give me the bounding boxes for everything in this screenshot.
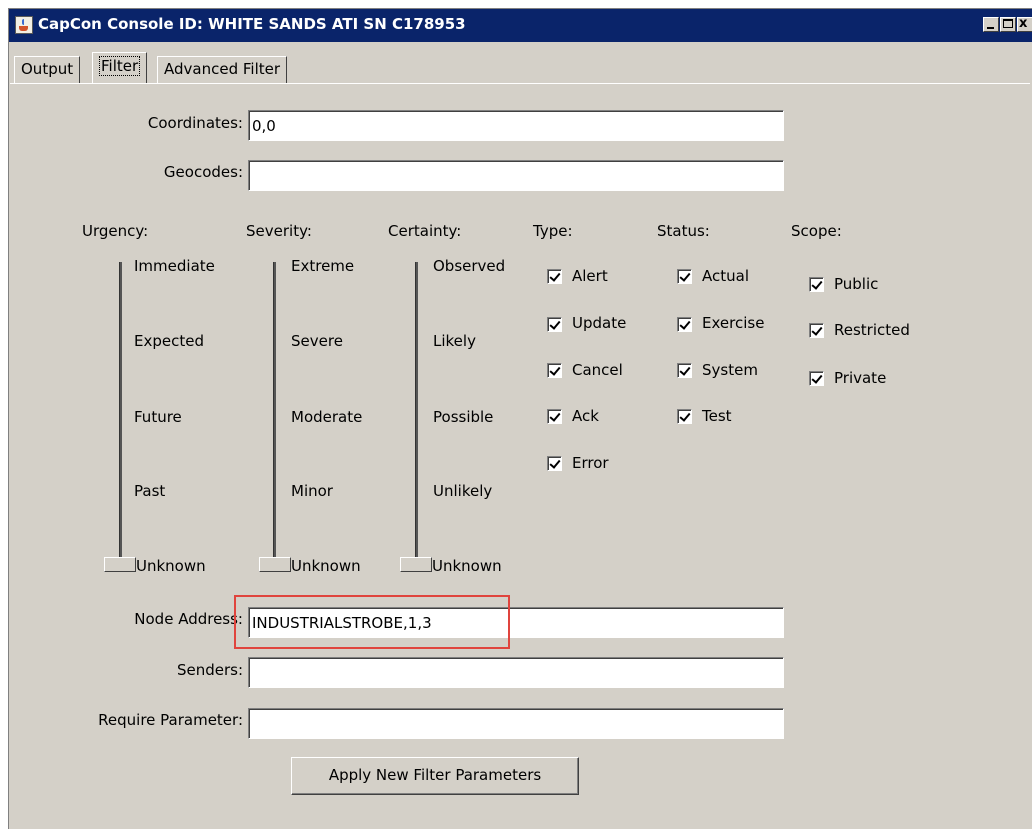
scope-private-checkbox[interactable] xyxy=(809,371,824,386)
type-alert-checkbox[interactable] xyxy=(547,269,562,284)
apply-filter-button[interactable]: Apply New Filter Parameters xyxy=(291,757,579,795)
type-ack-label: Ack xyxy=(572,407,599,425)
urgency-tick-future: Future xyxy=(134,408,182,426)
certainty-tick-observed: Observed xyxy=(433,257,506,275)
severity-tick-minor: Minor xyxy=(291,482,333,500)
status-exercise-label: Exercise xyxy=(702,314,765,332)
severity-tick-unknown: Unknown xyxy=(291,557,361,575)
tab-divider xyxy=(10,83,1030,84)
certainty-tick-possible: Possible xyxy=(433,408,494,426)
scope-private-label: Private xyxy=(834,369,887,387)
status-system-label: System xyxy=(702,361,758,379)
type-update-checkbox[interactable] xyxy=(547,317,562,332)
senders-field[interactable] xyxy=(248,657,784,688)
type-cancel-label: Cancel xyxy=(572,361,623,379)
scope-public-label: Public xyxy=(834,275,879,293)
node-address-label: Node Address: xyxy=(134,610,243,628)
urgency-slider-track[interactable] xyxy=(119,262,122,562)
type-error-checkbox[interactable] xyxy=(547,456,562,471)
certainty-header: Certainty: xyxy=(388,222,462,240)
scope-header: Scope: xyxy=(791,222,842,240)
scope-restricted-label: Restricted xyxy=(834,321,910,339)
node-address-field[interactable]: INDUSTRIALSTROBE,1,3 xyxy=(248,607,784,638)
urgency-tick-unknown: Unknown xyxy=(136,557,206,575)
certainty-slider-track[interactable] xyxy=(415,262,418,562)
urgency-slider-thumb[interactable] xyxy=(104,557,136,572)
tab-advanced-filter-label: Advanced Filter xyxy=(164,60,281,78)
tab-advanced-filter[interactable]: Advanced Filter xyxy=(157,56,288,83)
status-exercise-checkbox[interactable] xyxy=(677,317,692,332)
maximize-icon xyxy=(1003,19,1013,28)
type-error-label: Error xyxy=(572,454,609,472)
severity-tick-moderate: Moderate xyxy=(291,408,363,426)
geocodes-label: Geocodes: xyxy=(163,163,243,181)
window-title: CapCon Console ID: WHITE SANDS ATI SN C1… xyxy=(38,15,466,33)
minimize-button[interactable] xyxy=(983,17,999,32)
certainty-slider-thumb[interactable] xyxy=(400,557,432,572)
status-actual-label: Actual xyxy=(702,267,749,285)
urgency-header: Urgency: xyxy=(82,222,149,240)
severity-tick-severe: Severe xyxy=(291,332,343,350)
type-ack-checkbox[interactable] xyxy=(547,409,562,424)
senders-label: Senders: xyxy=(176,661,243,679)
tab-output[interactable]: Output xyxy=(14,56,81,83)
require-parameter-label: Require Parameter: xyxy=(98,711,243,729)
require-parameter-field[interactable] xyxy=(248,708,784,739)
status-test-label: Test xyxy=(702,407,732,425)
severity-slider-track[interactable] xyxy=(273,262,276,562)
title-bar[interactable]: CapCon Console ID: WHITE SANDS ATI SN C1… xyxy=(9,9,1032,42)
tab-output-label: Output xyxy=(21,60,74,78)
status-test-checkbox[interactable] xyxy=(677,409,692,424)
tab-filter-label: Filter xyxy=(99,56,141,76)
maximize-button[interactable] xyxy=(1000,17,1016,32)
certainty-tick-unknown: Unknown xyxy=(432,557,502,575)
close-button[interactable]: x xyxy=(1017,16,1032,32)
type-alert-label: Alert xyxy=(572,267,608,285)
urgency-tick-expected: Expected xyxy=(134,332,204,350)
certainty-tick-unlikely: Unlikely xyxy=(433,482,493,500)
scope-public-checkbox[interactable] xyxy=(809,277,824,292)
type-cancel-checkbox[interactable] xyxy=(547,363,562,378)
urgency-tick-past: Past xyxy=(134,482,166,500)
coordinates-field[interactable]: 0,0 xyxy=(248,110,784,141)
scope-restricted-checkbox[interactable] xyxy=(809,323,824,338)
geocodes-field[interactable] xyxy=(248,160,784,191)
severity-tick-extreme: Extreme xyxy=(291,257,355,275)
severity-header: Severity: xyxy=(246,222,312,240)
coordinates-label: Coordinates: xyxy=(147,114,243,132)
java-app-icon xyxy=(15,16,33,34)
tab-filter[interactable]: Filter xyxy=(92,52,148,83)
status-system-checkbox[interactable] xyxy=(677,363,692,378)
certainty-tick-likely: Likely xyxy=(433,332,476,350)
minimize-icon xyxy=(987,27,994,29)
severity-slider-thumb[interactable] xyxy=(259,557,291,572)
close-icon: x xyxy=(1019,16,1028,31)
urgency-tick-immediate: Immediate xyxy=(134,257,215,275)
status-actual-checkbox[interactable] xyxy=(677,269,692,284)
status-header: Status: xyxy=(657,222,710,240)
type-header: Type: xyxy=(533,222,573,240)
type-update-label: Update xyxy=(572,314,627,332)
